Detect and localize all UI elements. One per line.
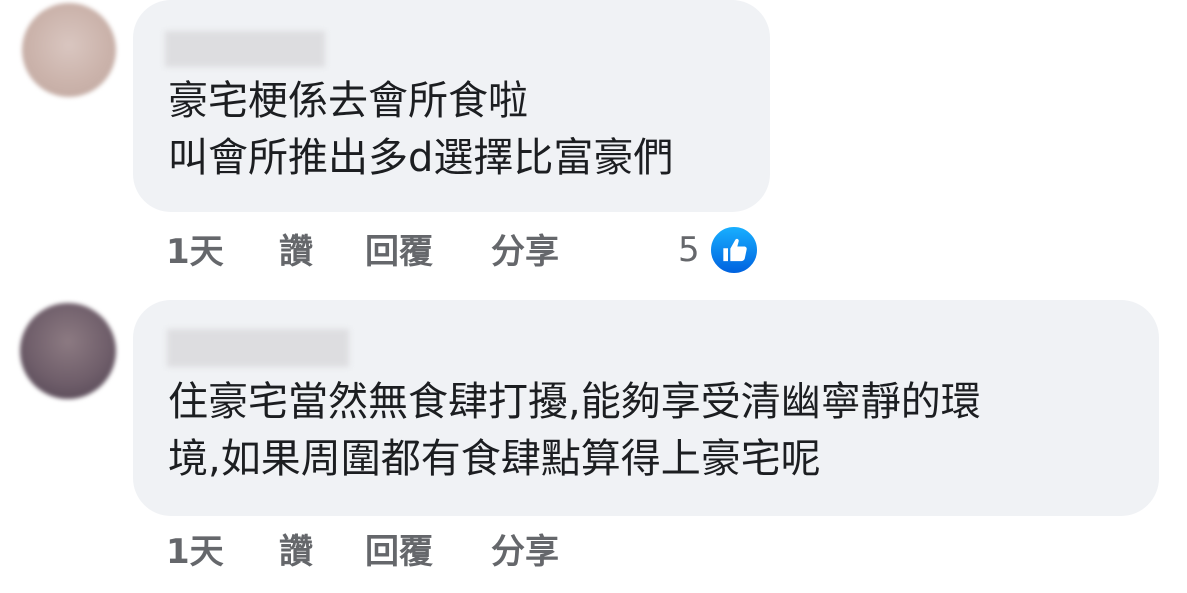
share-button[interactable]: 分享 [491, 232, 559, 272]
reply-button[interactable]: 回覆 [365, 532, 433, 572]
avatar[interactable] [20, 303, 116, 399]
comments-section: 豪宅梗係去會所食啦叫會所推出多d選擇比富豪們 1天 讚 回覆 分享 5 住豪宅當… [0, 0, 1187, 593]
like-button[interactable]: 讚 [279, 232, 313, 272]
like-button[interactable]: 讚 [279, 532, 313, 572]
like-thumb-icon [723, 238, 747, 262]
commenter-name-redacted[interactable] [165, 31, 325, 67]
avatar[interactable] [22, 3, 116, 97]
comment-actions: 1天 讚 回覆 分享 [0, 232, 1187, 272]
comment-actions: 1天 讚 回覆 分享 [0, 532, 1187, 572]
timestamp-link[interactable]: 1天 [166, 532, 224, 572]
comment-text-line: 住豪宅當然無食肆打擾,能夠享受清幽寧靜的環 [168, 379, 981, 425]
share-button[interactable]: 分享 [491, 532, 559, 572]
reaction-count[interactable]: 5 [678, 230, 700, 270]
comment-text-line: 叫會所推出多d選擇比富豪們 [168, 135, 674, 181]
comment-text-line: 豪宅梗係去會所食啦 [168, 78, 528, 124]
comment-text-line: 境,如果周圍都有食肆點算得上豪宅呢 [168, 436, 821, 482]
comment-text: 豪宅梗係去會所食啦叫會所推出多d選擇比富豪們 [168, 73, 673, 187]
commenter-name-redacted[interactable] [167, 329, 349, 367]
like-reaction-badge[interactable] [708, 224, 760, 276]
timestamp-link[interactable]: 1天 [166, 232, 224, 272]
reply-button[interactable]: 回覆 [365, 232, 433, 272]
comment-text: 住豪宅當然無食肆打擾,能夠享受清幽寧靜的環 境,如果周圍都有食肆點算得上豪宅呢 [168, 374, 981, 488]
